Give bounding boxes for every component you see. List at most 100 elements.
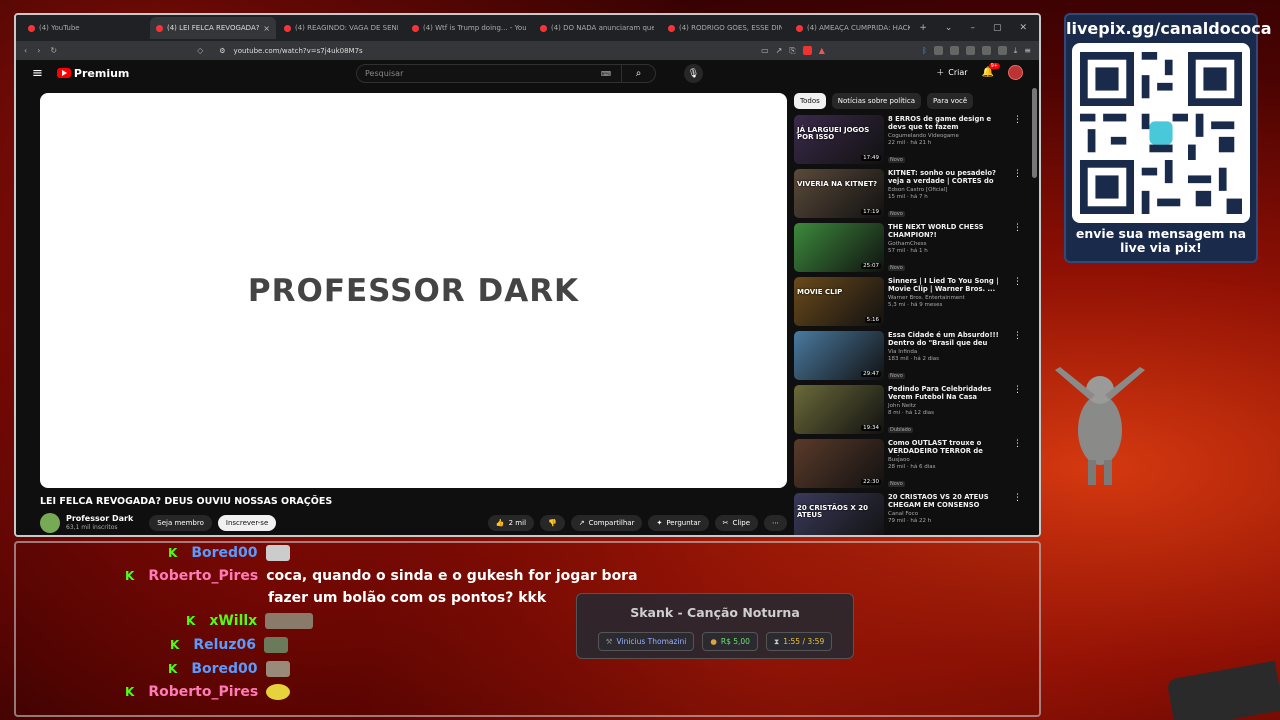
video-title[interactable]: Como OUTLAST trouxe o VERDADEIRO TERROR … [888,439,1000,456]
extension-icon[interactable] [965,45,975,55]
share-button[interactable]: ↗ Compartilhar [570,515,643,531]
recommendation-item[interactable]: 22:30 Como OUTLAST trouxe o VERDADEIRO TE… [794,439,1022,488]
notifications-button[interactable]: 🔔 9+ [982,63,1000,78]
url-field[interactable]: ⚙ youtube.com/watch?v=s7j4uk08M7s [213,43,751,58]
channel-name[interactable]: Professor Dark [66,515,133,523]
video-thumbnail[interactable]: 25:07 [794,223,884,272]
minimize-icon[interactable]: – [970,23,975,33]
video-thumbnail[interactable]: 29:47 [794,331,884,380]
tab-0[interactable]: (4) YouTube [22,17,148,39]
more-options-icon[interactable]: ⋮ [1013,115,1022,125]
keyboard-icon[interactable]: ⌨ [601,70,611,78]
channel-name[interactable]: Canal Foco [888,511,1000,518]
chip-for-you[interactable]: Para você [927,93,974,109]
avatar[interactable] [1008,65,1023,80]
translate-icon[interactable]: ⎘ [789,46,795,56]
microphone-icon[interactable]: 🎙 [684,64,703,83]
menu-icon[interactable]: ≡ [32,66,43,81]
recommendation-item[interactable]: MOVIE CLIP 5:16 Sinners | I Lied To You So… [794,277,1022,326]
video-title[interactable]: Sinners | I Lied To You Song | Movie Cli… [888,277,1000,294]
brave-icon[interactable] [802,45,812,55]
close-window-icon[interactable]: ✕ [1019,23,1027,33]
bluetooth-icon[interactable]: ᛒ [922,46,927,56]
more-options-icon[interactable]: ⋮ [1013,223,1022,233]
more-options-icon[interactable]: ⋮ [1013,331,1022,341]
channel-name[interactable]: Edson Castro [Oficial] [888,187,1000,194]
tab-5[interactable]: (4) RODRIGO GÓES, ESSE DINHEIR [662,17,788,39]
video-thumbnail[interactable]: 22:30 [794,439,884,488]
reload-icon[interactable]: ↻ [50,46,57,55]
recommendation-item[interactable]: 20 CRISTÃOS X 20 ATEUS 20 CRISTÃOS VS 20 … [794,493,1022,535]
more-options-icon[interactable]: ⋮ [1013,385,1022,395]
ask-button[interactable]: ✦ Perguntar [648,515,709,531]
close-tab-icon[interactable]: × [263,24,270,33]
channel-name[interactable]: Busjaoo [888,457,1000,464]
tab-1[interactable]: (4) LEI FELCA REVOGADA? DEUS× [150,17,276,39]
video-title[interactable]: Pedindo Para Celebridades Verem Futebol … [888,385,1000,402]
channel-avatar[interactable] [40,513,60,533]
channel-name[interactable]: John Neitz [888,403,1000,410]
new-tab-icon[interactable]: + [919,23,927,33]
video-player[interactable]: PROFESSOR DARK [40,93,787,488]
song-title: Skank - Canção Noturna [630,605,800,620]
bookmark-icon[interactable]: ◇ [197,46,203,55]
join-button[interactable]: Seja membro [149,515,212,531]
more-options-icon[interactable]: ⋮ [1013,169,1022,179]
video-title[interactable]: THE NEXT WORLD CHESS CHAMPION?! [888,223,1000,240]
tab-4[interactable]: (4) DO NADA anunciaram que BLOQ [534,17,660,39]
menu-icon[interactable]: ≡ [1024,46,1031,56]
video-thumbnail[interactable]: MOVIE CLIP 5:16 [794,277,884,326]
more-actions-button[interactable]: ⋯ [764,515,787,531]
like-button[interactable]: 👍 2 mil [487,515,535,531]
back-icon[interactable]: ‹ [24,46,27,55]
extension-icon[interactable] [933,45,943,55]
video-thumbnail[interactable]: 19:34 [794,385,884,434]
extension-icon[interactable] [949,45,959,55]
site-info-icon[interactable]: ⚙ [219,47,225,55]
channel-name[interactable]: GothamChess [888,241,1000,248]
clip-button[interactable]: ✂ Clipe [714,515,758,531]
tab-search-icon[interactable]: ⌄ [945,23,953,33]
video-title[interactable]: Essa Cidade é um Absurdo!!! Dentro do "B… [888,331,1000,348]
channel-name[interactable]: Cogumelando Videogame [888,133,1000,140]
channel-name[interactable]: Via Infinda [888,349,1000,356]
forward-icon[interactable]: › [37,46,40,55]
recommendation-item[interactable]: VIVERIA NA KITNET? 17:19 KITNET: sonho ou … [794,169,1022,218]
cast-icon[interactable]: ▭ [761,46,769,56]
video-thumbnail[interactable]: JÁ LARGUEI JOGOS POR ISSO 17:49 [794,115,884,164]
youtube-favicon-icon [412,24,419,32]
chip-politics[interactable]: Notícias sobre política [831,93,921,109]
extension-icon[interactable] [997,45,1007,55]
create-button[interactable]: ＋ Criar [936,67,967,78]
video-thumbnail[interactable]: VIVERIA NA KITNET? 17:19 [794,169,884,218]
video-title[interactable]: KITNET: sonho ou pesadelo? veja a verdad… [888,169,1000,186]
video-title[interactable]: 20 CRISTÃOS VS 20 ATEUS CHEGAM EM CONSEN… [888,493,1000,510]
extension-icon[interactable] [981,45,991,55]
recommendation-item[interactable]: 25:07 THE NEXT WORLD CHESS CHAMPION?! Goth… [794,223,1022,272]
tab-6[interactable]: (4) AMEAÇA CUMPRIDA: HACKERS [790,17,916,39]
page-scrollbar[interactable] [1032,88,1037,178]
subscribe-button[interactable]: Inscrever-se [217,515,277,531]
plus-icon: ＋ [936,68,945,77]
video-thumbnail[interactable]: 20 CRISTÃOS X 20 ATEUS [794,493,884,535]
youtube-logo[interactable]: Premium [56,67,129,80]
more-options-icon[interactable]: ⋮ [1013,277,1022,287]
chip-all[interactable]: Todos [794,93,826,109]
recommendation-item[interactable]: 29:47 Essa Cidade é um Absurdo!!! Dentro … [794,331,1022,380]
channel-name[interactable]: Warner Bros. Entertainment [888,295,1000,302]
recommendation-item[interactable]: JÁ LARGUEI JOGOS POR ISSO 17:49 8 ERROS de… [794,115,1022,164]
alert-icon[interactable]: ▲ [819,46,825,56]
search-icon[interactable]: ⌕ [621,65,655,82]
video-title[interactable]: 8 ERROS de game design e devs que te faz… [888,115,1000,132]
download-icon[interactable]: ⤓ [1014,46,1018,56]
search-input[interactable]: Pesquisar [365,69,403,78]
thumbs-down-icon: 👎 [548,519,557,527]
tab-3[interactable]: (4) Wtf is Trump doing... - YouTube [406,17,532,39]
tab-2[interactable]: (4) REAGINDO: VAGA DE SENIOR DE [278,17,404,39]
dislike-button[interactable]: 👎 [540,515,565,531]
maximize-icon[interactable]: ▢ [993,23,1002,33]
more-options-icon[interactable]: ⋮ [1013,439,1022,449]
share-icon[interactable]: ↗ [776,46,783,56]
recommendation-item[interactable]: 19:34 Pedindo Para Celebridades Verem Fut… [794,385,1022,434]
more-options-icon[interactable]: ⋮ [1013,493,1022,503]
